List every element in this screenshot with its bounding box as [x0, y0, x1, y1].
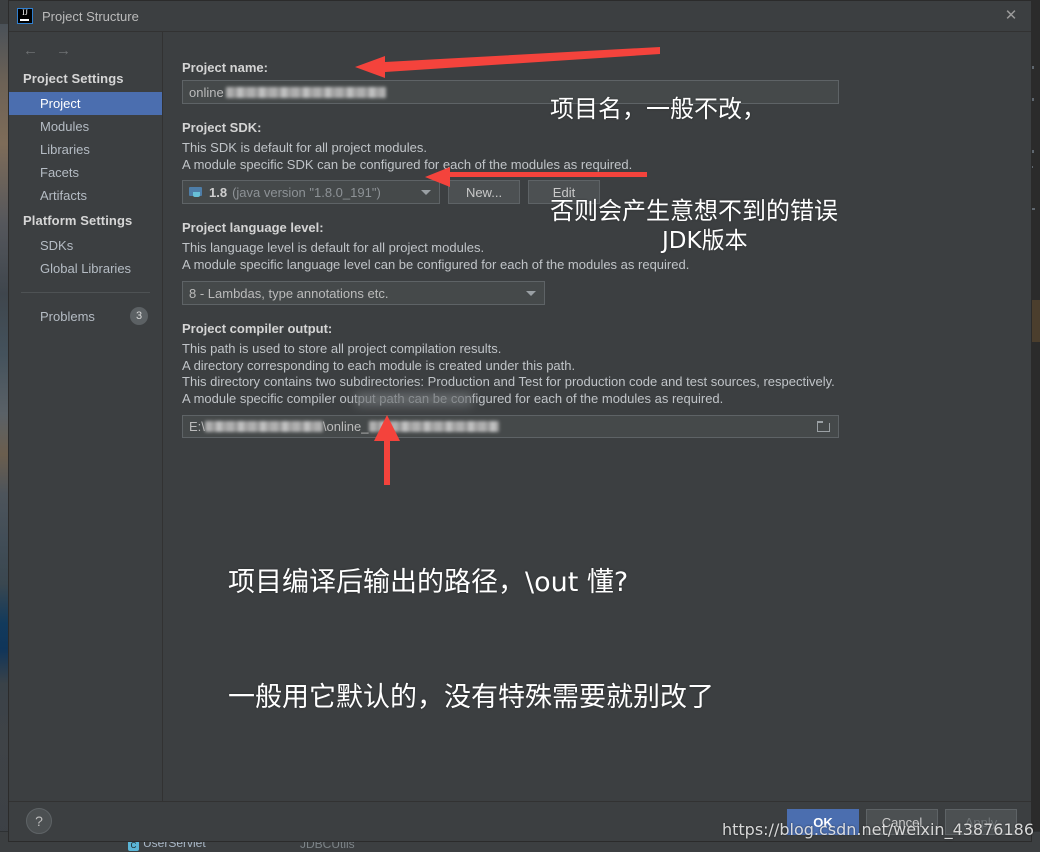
- sidebar-item-project[interactable]: Project: [9, 92, 162, 115]
- project-name-value: online: [189, 84, 224, 100]
- project-name-input[interactable]: online: [182, 80, 839, 104]
- redacted-overlay: [354, 392, 474, 406]
- redacted-path-segment-2: [369, 421, 500, 432]
- project-sdk-row: 1.8 (java version "1.8.0_191") New... Ed…: [182, 180, 1031, 204]
- sidebar-item-artifacts[interactable]: Artifacts: [9, 184, 162, 207]
- compiler-output-prefix: E:\: [189, 419, 205, 434]
- project-sdk-label: Project SDK:: [182, 120, 262, 135]
- project-sdk-desc-1: This SDK is default for all project modu…: [182, 140, 427, 155]
- project-sdk-version: 1.8: [209, 184, 228, 200]
- compiler-output-path-input[interactable]: E:\ \online_: [182, 415, 839, 438]
- footer-button-group: OK Cancel Apply: [787, 809, 1017, 835]
- sidebar-nav-row: ← →: [9, 32, 162, 65]
- sidebar-item-sdks[interactable]: SDKs: [9, 234, 162, 257]
- compiler-output-desc-4: A module specific compiler output path c…: [182, 391, 1031, 408]
- project-sdk-combobox[interactable]: 1.8 (java version "1.8.0_191"): [182, 180, 440, 204]
- new-sdk-button[interactable]: New...: [448, 180, 520, 204]
- chevron-down-icon[interactable]: [421, 190, 431, 195]
- sidebar-group-platform-settings: Platform Settings: [23, 213, 133, 228]
- sidebar-divider: [21, 292, 150, 293]
- project-structure-dialog: Project Structure ✕ ← → Project Settings…: [8, 0, 1032, 842]
- sidebar-item-facets[interactable]: Facets: [9, 161, 162, 184]
- language-level-value: 8 - Lambdas, type annotations etc.: [189, 285, 389, 301]
- project-sdk-version-detail: (java version "1.8.0_191"): [232, 184, 381, 200]
- screenshot-root: CUserServlet JDBCUtils Project Structure…: [0, 0, 1040, 852]
- browse-folder-icon[interactable]: [817, 421, 831, 432]
- redacted-path-segment-1: [204, 421, 323, 432]
- compiler-output-desc-1: This path is used to store all project c…: [182, 341, 502, 356]
- cancel-button[interactable]: Cancel: [866, 809, 938, 835]
- compiler-output-desc-3: This directory contains two subdirectori…: [182, 374, 835, 389]
- sidebar-item-label: Problems: [40, 308, 95, 324]
- language-level-desc-1: This language level is default for all p…: [182, 240, 485, 255]
- problems-count-badge: 3: [130, 307, 148, 325]
- sidebar-group-project-settings: Project Settings: [23, 71, 124, 86]
- language-level-desc-2: A module specific language level can be …: [182, 256, 690, 272]
- compiler-output-middle: \online_: [322, 419, 369, 434]
- redacted-project-name: [225, 86, 386, 98]
- help-question-icon[interactable]: ?: [26, 808, 52, 834]
- sidebar-item-libraries[interactable]: Libraries: [9, 138, 162, 161]
- dialog-title: Project Structure: [42, 8, 139, 24]
- compiler-output-desc-2: A directory corresponding to each module…: [182, 357, 576, 373]
- project-settings-pane: Project name: online Project SDK: This S…: [163, 32, 1031, 804]
- dialog-footer: ? OK Cancel Apply: [9, 801, 1031, 841]
- sidebar-item-problems[interactable]: Problems 3: [9, 303, 162, 329]
- settings-sidebar: ← → Project Settings Project Modules Lib…: [9, 32, 163, 804]
- chevron-down-icon[interactable]: [526, 291, 536, 296]
- ok-button[interactable]: OK: [787, 809, 859, 835]
- java-sdk-folder-icon: [189, 186, 203, 198]
- sidebar-item-global-libraries[interactable]: Global Libraries: [9, 257, 162, 280]
- arrow-left-icon[interactable]: ←: [23, 42, 38, 59]
- edit-sdk-button[interactable]: Edit: [528, 180, 600, 204]
- arrow-right-icon[interactable]: →: [56, 42, 71, 59]
- project-sdk-desc-2: A module specific SDK can be configured …: [182, 156, 633, 172]
- language-level-combobox[interactable]: 8 - Lambdas, type annotations etc.: [182, 281, 545, 305]
- compiler-output-label: Project compiler output:: [182, 321, 333, 336]
- apply-button[interactable]: Apply: [945, 809, 1017, 835]
- dialog-body: ← → Project Settings Project Modules Lib…: [9, 32, 1031, 804]
- sidebar-item-modules[interactable]: Modules: [9, 115, 162, 138]
- project-name-label: Project name:: [182, 60, 268, 75]
- dialog-titlebar: Project Structure ✕: [9, 1, 1031, 32]
- language-level-label: Project language level:: [182, 220, 324, 235]
- close-icon[interactable]: ✕: [1001, 6, 1021, 26]
- intellij-idea-icon: [17, 8, 33, 24]
